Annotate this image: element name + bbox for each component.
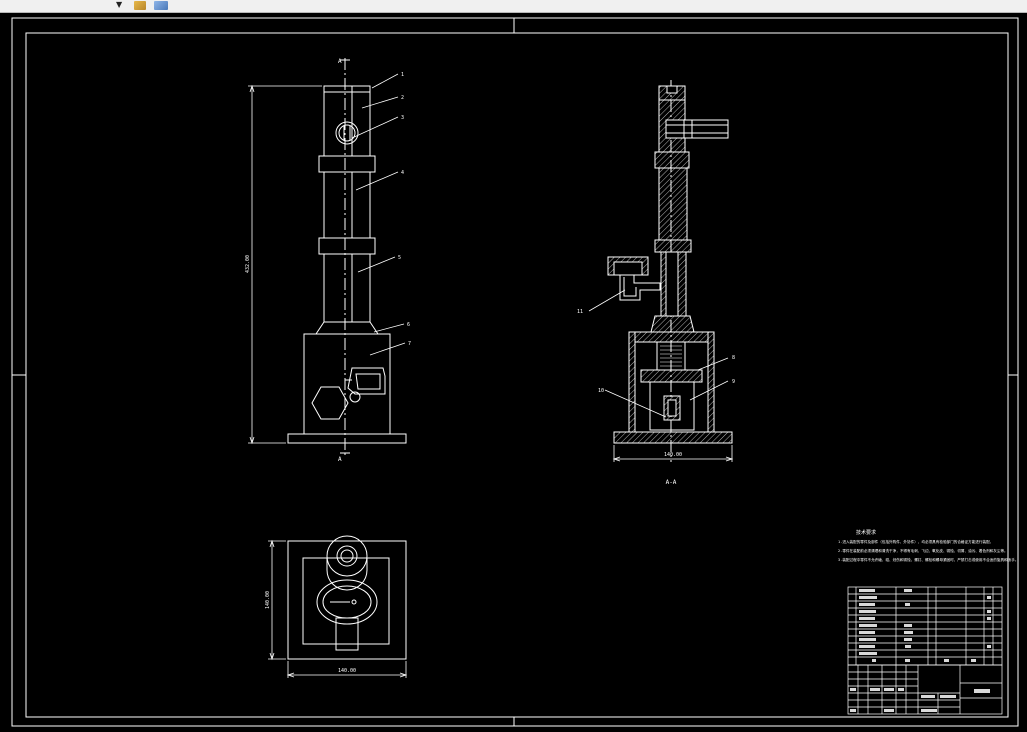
top-view [287,535,407,660]
section-title: A-A [666,479,677,486]
front-height-dim-text: 432.00 [245,255,251,273]
parts-list-glyph-fill [859,589,991,662]
balloon-9: 9 [732,379,735,385]
top-height-dim-text: 140.00 [265,591,271,609]
layer-tool-icon[interactable] [134,1,146,10]
front-leaders [351,73,406,356]
cad-drawing-canvas: 432.00 A A 1 2 3 4 5 6 7 140.00 A-A 8 9 … [11,17,1019,727]
balloon-2: 2 [401,95,404,101]
front-view [287,58,407,456]
balloon-8: 8 [732,355,735,361]
section-leaders [588,289,729,418]
notes-title: 技术要求 [856,529,876,536]
balloon-3: 3 [401,115,404,121]
notes-line-3: 3.装配过程中零件不允许磕、碰、划伤和锈蚀，螺钉、螺栓和螺母紧固时，严禁打击或使… [838,557,1018,562]
balloon-5: 5 [398,255,401,261]
toolbar-dropdown-arrow-icon[interactable]: ▼ [116,0,122,10]
notes-line-2: 2.零件在装配前必须清理和清洗干净，不得有毛刺、飞边、氧化皮、锈蚀、切屑、油污、… [838,548,1008,553]
section-view [607,80,733,462]
front-balloon-labels: 1 2 3 4 5 6 7 [398,72,411,347]
balloon-6: 6 [407,322,410,328]
balloon-10: 10 [598,388,604,394]
balloon-1: 1 [401,72,404,78]
balloon-7: 7 [408,341,411,347]
notes-line-1: 1.进入装配的零件及部件（包括外购件、外协件），均必须具有检验部门的合格证方能进… [838,539,993,544]
front-height-dimension [248,84,322,445]
top-view-dimensions [268,539,408,678]
section-mark-top: A [338,58,342,65]
balloon-11: 11 [577,309,583,315]
layer-stack-icon[interactable] [154,1,168,10]
section-mark-bottom: A [338,456,342,463]
section-width-dim-text: 140.00 [664,452,682,458]
balloon-4: 4 [401,170,404,176]
top-width-dim-text: 140.00 [338,668,356,674]
